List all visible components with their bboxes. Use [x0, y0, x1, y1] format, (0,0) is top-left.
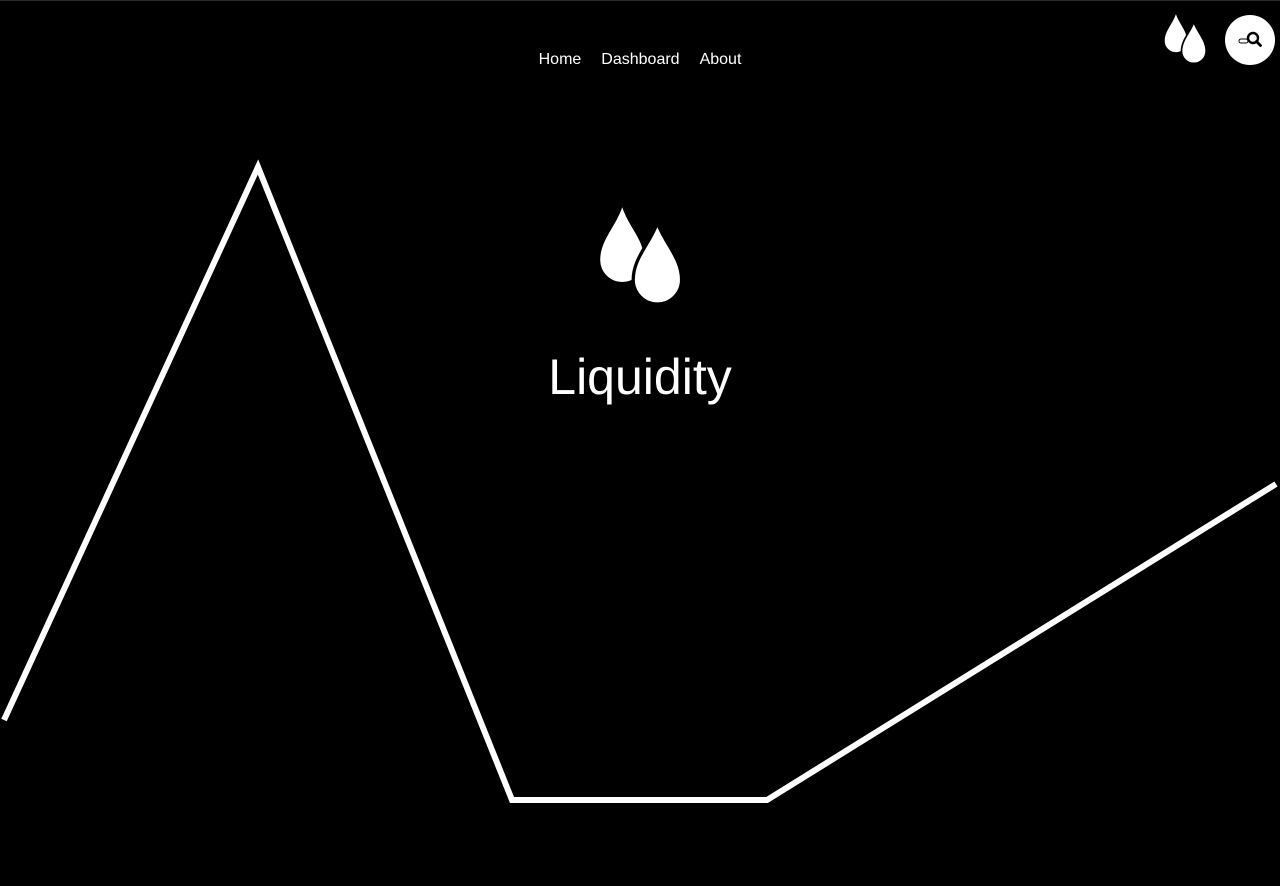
decorative-zigzag-line [1, 159, 1278, 803]
top-nav: Home Dashboard About [0, 49, 1280, 71]
magnifier-icon [1238, 31, 1262, 47]
nav-about-link[interactable]: About [700, 49, 742, 71]
search-button[interactable] [1225, 15, 1275, 65]
water-drops-icon[interactable] [1162, 13, 1210, 69]
nav-dashboard-link[interactable]: Dashboard [601, 49, 679, 71]
nav-home-link[interactable]: Home [539, 49, 582, 71]
page: Home Dashboard About Liquidity [0, 0, 1280, 886]
water-drops-icon [600, 207, 684, 306]
page-title: Liquidity [548, 349, 732, 405]
